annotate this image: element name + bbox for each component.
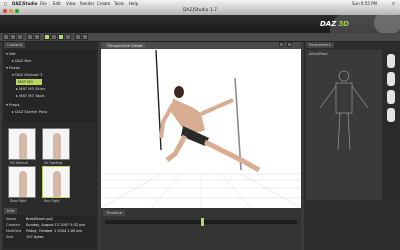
tab-info[interactable]: Info — [4, 208, 18, 214]
window-title-bar: DAZ|Studio 1.7 — [0, 7, 400, 15]
daz-logo-text: DAZ — [320, 20, 337, 28]
tree-item-michael3[interactable]: ▾ DAZ Michael 3 — [12, 72, 43, 78]
tree-item-label: MAT M3 Tools — [19, 93, 45, 98]
pose-thumbnail[interactable] — [8, 166, 36, 198]
figure-preview — [53, 171, 61, 197]
menu-help[interactable]: Help — [129, 0, 138, 7]
select-tool-button[interactable] — [44, 34, 50, 40]
pose-thumbnail[interactable] — [42, 128, 70, 160]
close-window-icon[interactable] — [3, 9, 7, 13]
minimize-window-icon[interactable] — [9, 9, 13, 13]
figure-preview — [53, 133, 61, 159]
open-button[interactable] — [10, 34, 16, 40]
main-toolbar — [0, 33, 400, 42]
info-label: Size — [6, 235, 14, 239]
timeline-panel: Timeline — [101, 208, 301, 250]
new-scene-button[interactable] — [3, 34, 9, 40]
pose-thumbnail[interactable] — [8, 128, 36, 160]
tree-item-label: Net — [9, 51, 16, 56]
tree-item-starter-pack[interactable]: ▸ DAZ Starter Pack — [12, 109, 48, 115]
rotate-tool-button[interactable] — [51, 34, 57, 40]
tree-item-mat-m3-tools[interactable]: ▸ MAT M3 Tools — [16, 93, 44, 99]
info-value: Friday, October 1 2004 1:00 pm — [26, 229, 82, 233]
apple-menu-icon[interactable]:  — [4, 0, 6, 7]
undo-button[interactable] — [27, 34, 33, 40]
timeline-playhead[interactable] — [201, 218, 204, 226]
content-panel: Content ▾ Net ▸ DAZ Net ▾ Poses ▾ DAZ Mi… — [2, 42, 98, 250]
daz-banner: DAZ 3D — [0, 15, 400, 33]
tree-item-props[interactable]: ▾ Props — [6, 102, 20, 108]
viewport-header: Perspective View▾ — [101, 42, 301, 49]
zoom-window-icon[interactable] — [15, 9, 19, 13]
render-button[interactable] — [75, 34, 81, 40]
scene-render — [101, 49, 301, 208]
tab-content[interactable]: Content — [4, 42, 26, 48]
figure-preview — [19, 133, 27, 159]
tree-item-mat-m3-skins[interactable]: ▸ MAT M3 Skins — [16, 86, 45, 92]
render-settings-button[interactable] — [82, 34, 88, 40]
tree-item-mat-m3[interactable]: MAT M3 — [16, 79, 42, 85]
thumbnail-label: Run Fight — [44, 199, 60, 203]
tree-item-net[interactable]: ▾ Net — [6, 51, 16, 57]
info-value: Sunday, August 12 2007 5:32 pm — [26, 223, 85, 227]
window-title: DAZ|Studio 1.7 — [183, 8, 217, 13]
scale-tool-button[interactable] — [65, 34, 71, 40]
info-label: Name — [6, 217, 17, 221]
tree-item-label: Poses — [9, 65, 20, 70]
body-map[interactable] — [306, 58, 382, 198]
figure-icon[interactable] — [387, 90, 395, 104]
pose-thumbnail-selected[interactable] — [42, 166, 70, 198]
tree-item-label: MAT M3 — [18, 79, 33, 84]
tree-item-label: DAZ Michael 3 — [15, 72, 43, 77]
pose-controls: Actor/Pose — [306, 50, 382, 200]
camera-select-dropdown[interactable]: Perspective View▾ — [105, 43, 146, 48]
info-box: Name BrestStorm.pz2 Created Sunday, Augu… — [4, 215, 96, 248]
thumbnail-label: Dive Fight — [10, 199, 27, 203]
translate-tool-button[interactable] — [58, 34, 64, 40]
tree-item-daz-net[interactable]: ▸ DAZ Net — [12, 58, 31, 64]
menu-create[interactable]: Create — [97, 0, 110, 7]
thumbnail-label: All Fighting — [44, 161, 63, 165]
redo-button[interactable] — [34, 34, 40, 40]
section-title: Actor/Pose — [309, 52, 328, 56]
camera-label: Perspective View — [108, 43, 141, 48]
menu-tools[interactable]: Tools — [114, 0, 124, 7]
viewport-option-button[interactable] — [287, 42, 292, 47]
menu-view[interactable]: View — [66, 0, 76, 7]
menu-file[interactable]: File — [40, 0, 47, 7]
tree-item-poses[interactable]: ▾ Poses — [6, 65, 20, 71]
tab-parameters[interactable]: Parameters — [306, 42, 334, 48]
tree-item-label: DAZ Starter Pack — [15, 109, 48, 114]
tab-timeline[interactable]: Timeline — [103, 210, 126, 216]
menu-edit[interactable]: Edit — [53, 0, 61, 7]
3d-viewport[interactable] — [101, 42, 301, 208]
tree-item-label: DAZ Net — [15, 58, 32, 63]
info-label: Modified — [6, 229, 21, 233]
info-label: Created — [6, 223, 20, 227]
parameters-panel: Parameters Actor/Pose — [304, 42, 400, 250]
spotlight-icon[interactable]: ⚲ — [392, 0, 395, 7]
menu-clock[interactable]: Sun 6:55 PM — [352, 0, 377, 7]
menu-render[interactable]: Render — [80, 0, 94, 7]
viewport-option-button[interactable] — [279, 42, 284, 47]
daz-logo-3d: 3D — [338, 20, 349, 28]
tree-item-label: Props — [9, 102, 20, 107]
figure-icon[interactable] — [387, 108, 395, 122]
app-menu[interactable]: DAZ|Studio — [12, 0, 37, 7]
info-value: BrestStorm.pz2 — [26, 217, 54, 221]
mac-menu-bar:  DAZ|Studio File Edit View Render Creat… — [0, 0, 400, 7]
figure-preview — [19, 171, 27, 197]
thumbnail-label: M3 Default — [10, 161, 29, 165]
figure-icon[interactable] — [387, 54, 395, 68]
content-tree: ▾ Net ▸ DAZ Net ▾ Poses ▾ DAZ Michael 3 … — [4, 50, 96, 122]
save-button[interactable] — [17, 34, 23, 40]
figure-icon[interactable] — [387, 72, 395, 86]
info-value: 107 bytes — [26, 235, 44, 239]
ground-grid — [101, 173, 301, 208]
tree-item-label: MAT M3 Skins — [19, 86, 46, 91]
posed-figure — [155, 49, 261, 173]
daz-logo: DAZ 3D — [320, 20, 360, 29]
figure-thumbnails-column — [384, 50, 398, 200]
